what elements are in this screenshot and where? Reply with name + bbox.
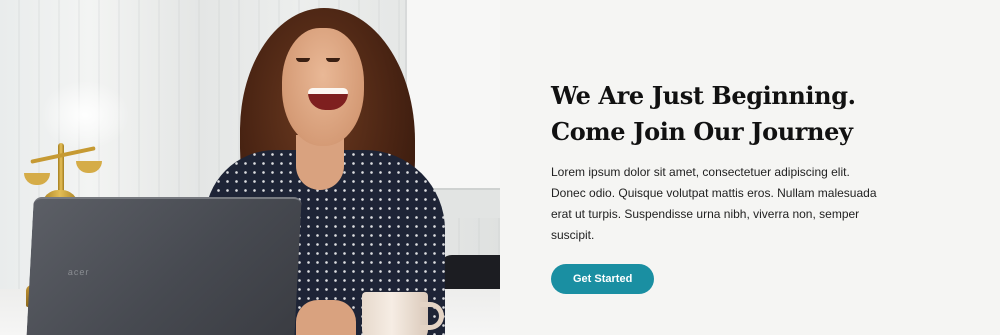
woman-eye-left bbox=[296, 58, 310, 62]
hero-section: acer We Are Just Beginning. Come Join Ou… bbox=[0, 0, 1000, 335]
hero-heading: We Are Just Beginning. Come Join Our Jou… bbox=[551, 78, 1000, 150]
get-started-button[interactable]: Get Started bbox=[551, 264, 655, 294]
hero-photo: acer bbox=[0, 0, 500, 335]
hero-body-text: Lorem ipsum dolor sit amet, consectetuer… bbox=[551, 165, 877, 242]
woman-hand bbox=[296, 300, 356, 335]
hero-content: We Are Just Beginning. Come Join Our Jou… bbox=[500, 0, 1000, 335]
shelf bbox=[405, 0, 500, 190]
woman-face bbox=[282, 28, 364, 146]
laptop: acer bbox=[26, 197, 302, 335]
laptop-brand-logo: acer bbox=[67, 267, 90, 277]
woman-eye-right bbox=[326, 58, 340, 62]
hero-heading-line-1: We Are Just Beginning. bbox=[551, 81, 856, 110]
coffee-mug bbox=[362, 292, 428, 335]
hero-heading-line-2: Come Join Our Journey bbox=[551, 117, 853, 146]
